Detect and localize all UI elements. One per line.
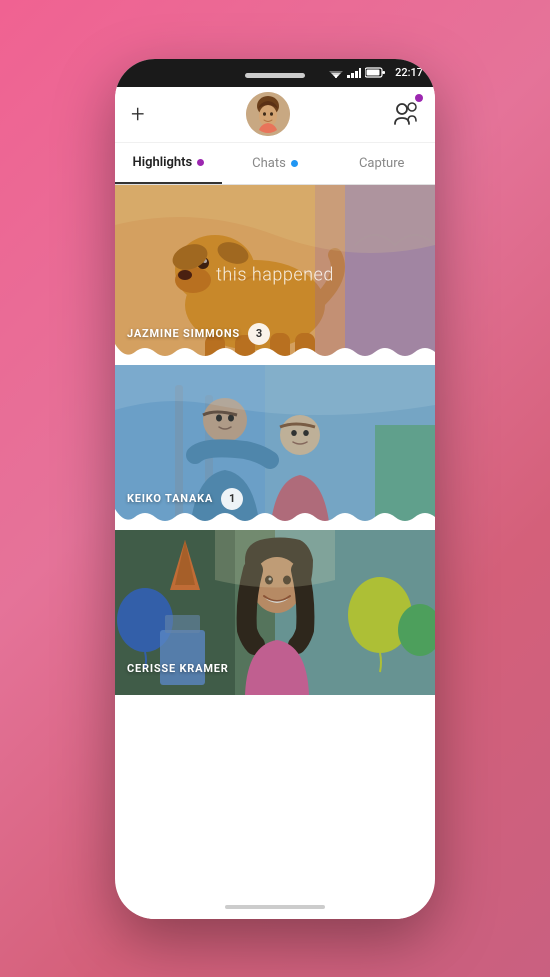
highlights-dot: [197, 159, 204, 166]
wifi-icon: [329, 68, 343, 78]
add-button[interactable]: +: [131, 102, 145, 126]
contacts-badge: [415, 94, 423, 102]
nav-tabs: Highlights Chats Capture: [115, 143, 435, 185]
story-count-keiko: 1: [221, 488, 243, 510]
story-name-badge-keiko: KEIKO TANAKA 1: [127, 488, 243, 510]
tab-chats[interactable]: Chats: [222, 143, 329, 184]
avatar[interactable]: [246, 92, 290, 136]
contacts-icon: [391, 98, 419, 126]
signal-icon: [347, 68, 361, 78]
story-count-jazmine: 3: [248, 323, 270, 345]
phone-frame: 22:17 +: [115, 59, 435, 919]
story-name-badge-jazmine: JAZMINE SIMMONS 3: [127, 323, 270, 345]
home-indicator: [115, 895, 435, 919]
main-content: this happened JAZMINE SIMMONS 3: [115, 185, 435, 895]
story-name-cerisse: CERISSE KRAMER: [127, 662, 229, 675]
status-icons: 22:17: [329, 66, 423, 79]
story-card-jazmine[interactable]: this happened JAZMINE SIMMONS 3: [115, 185, 435, 365]
story-name-keiko: KEIKO TANAKA: [127, 492, 213, 505]
wavy-divider-2: [115, 509, 435, 530]
avatar-image: [246, 92, 290, 136]
wave-svg-1: [115, 344, 435, 365]
phone-speaker: [245, 73, 305, 78]
battery-icon: [365, 67, 385, 78]
home-bar: [225, 905, 325, 909]
story-card-keiko[interactable]: KEIKO TANAKA 1: [115, 365, 435, 530]
wave-svg-2: [115, 509, 435, 530]
tab-capture[interactable]: Capture: [328, 143, 435, 184]
status-time: 22:17: [395, 66, 423, 79]
story-name-badge-cerisse: CERISSE KRAMER: [127, 662, 229, 675]
tab-highlights-label: Highlights: [132, 155, 192, 170]
story-card-cerisse[interactable]: CERISSE KRAMER: [115, 530, 435, 695]
app-header: +: [115, 87, 435, 143]
wavy-divider-1: [115, 344, 435, 365]
tab-capture-label: Capture: [359, 156, 404, 171]
tab-chats-label: Chats: [252, 156, 286, 171]
story-name-jazmine: JAZMINE SIMMONS: [127, 327, 240, 340]
chats-dot: [291, 160, 298, 167]
tab-highlights[interactable]: Highlights: [115, 143, 222, 184]
contacts-button[interactable]: [391, 98, 419, 130]
this-happened-text: this happened: [216, 264, 334, 285]
